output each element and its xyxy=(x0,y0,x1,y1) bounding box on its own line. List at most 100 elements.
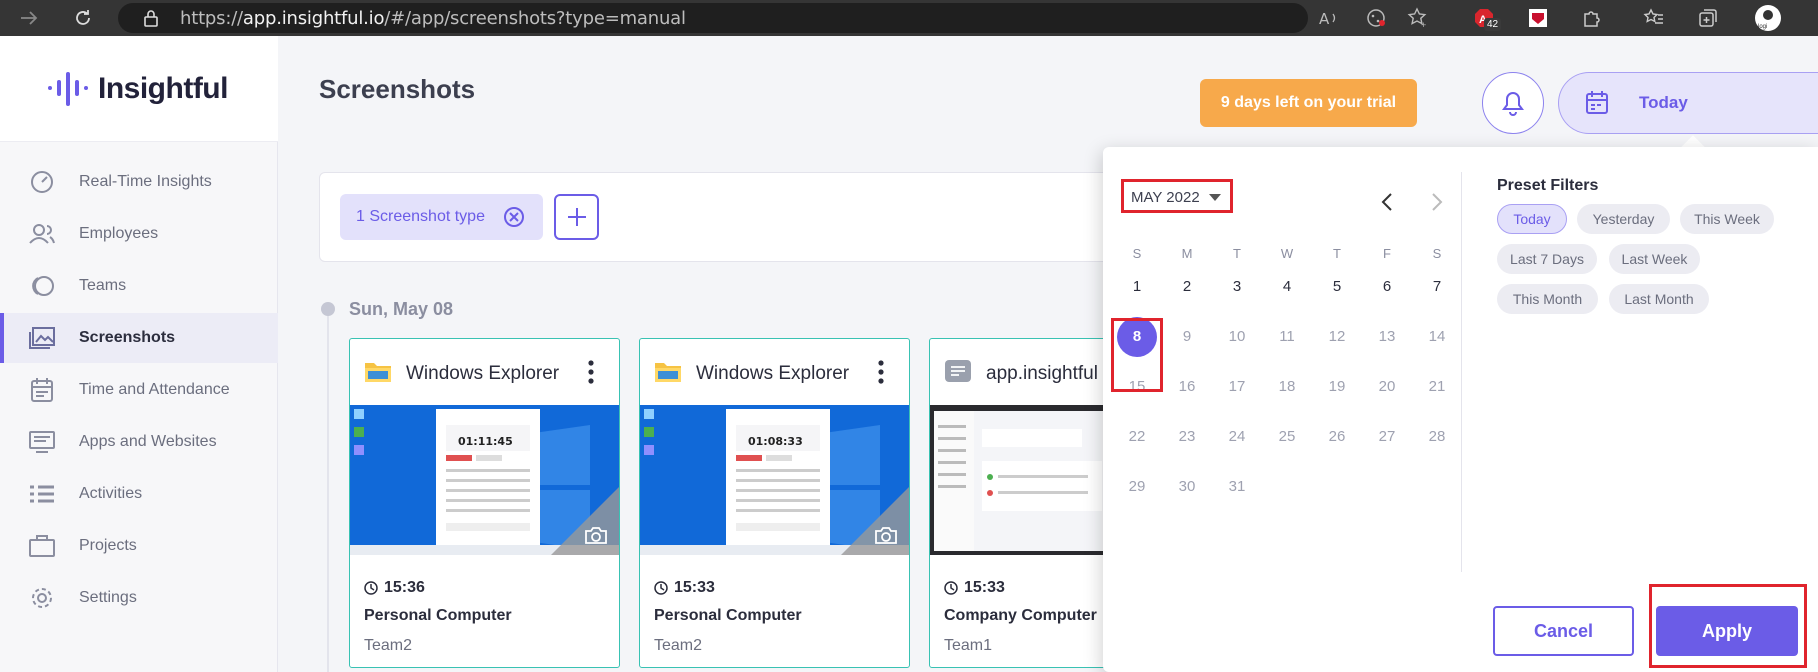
cancel-button[interactable]: Cancel xyxy=(1493,606,1634,656)
calendar-day[interactable]: 19 xyxy=(1317,367,1357,407)
preset-yesterday[interactable]: Yesterday xyxy=(1577,204,1670,234)
sidebar-item-activities[interactable]: Activities xyxy=(0,469,278,519)
calendar-day[interactable]: 11 xyxy=(1267,317,1307,357)
calendar-day[interactable]: 24 xyxy=(1217,417,1257,457)
calendar-day[interactable]: 4 xyxy=(1267,267,1307,307)
calendar-day[interactable]: 2 xyxy=(1167,267,1207,307)
logo-text[interactable]: Insightful xyxy=(98,72,228,106)
sidebar: Insightful Real-Time Insights Employees … xyxy=(0,36,278,672)
calendar-day[interactable]: 18 xyxy=(1267,367,1307,407)
calendar-day[interactable]: 13 xyxy=(1367,317,1407,357)
calendar-day[interactable]: 29 xyxy=(1117,467,1157,507)
calendar-day[interactable]: 25 xyxy=(1267,417,1307,457)
filter-chip-screenshot-type[interactable]: 1 Screenshot type xyxy=(340,194,543,240)
preset-last-week[interactable]: Last Week xyxy=(1609,244,1700,274)
calendar-icon xyxy=(31,378,53,402)
clock-icon xyxy=(944,581,958,595)
sidebar-item-projects[interactable]: Projects xyxy=(0,521,278,571)
calendar-day[interactable]: 27 xyxy=(1367,417,1407,457)
collections-icon[interactable] xyxy=(1694,4,1722,32)
close-circle-icon[interactable] xyxy=(503,206,525,228)
calendar-day[interactable]: 5 xyxy=(1317,267,1357,307)
calendar-day[interactable]: 12 xyxy=(1317,317,1357,357)
calendar-day[interactable]: 31 xyxy=(1217,467,1257,507)
calendar-day[interactable]: 21 xyxy=(1417,367,1457,407)
chevron-left-icon[interactable] xyxy=(1380,192,1394,212)
calendar-day[interactable]: 14 xyxy=(1417,317,1457,357)
screenshot-card[interactable]: Windows Explorer 01:08:33 15:33 Personal… xyxy=(639,338,910,668)
calendar-day[interactable]: 22 xyxy=(1117,417,1157,457)
calendar-day[interactable]: 9 xyxy=(1167,317,1207,357)
preset-last-month[interactable]: Last Month xyxy=(1609,284,1709,314)
read-aloud-icon[interactable]: A xyxy=(1316,4,1344,32)
calendar-day[interactable]: 7 xyxy=(1417,267,1457,307)
svg-text:+: + xyxy=(1421,20,1426,29)
selected-day-highlight xyxy=(1111,318,1163,392)
add-favorite-icon[interactable]: + xyxy=(1404,4,1432,32)
preset-today[interactable]: Today xyxy=(1497,204,1567,234)
card-app-name: Windows Explorer xyxy=(406,363,560,384)
weekday-label: W xyxy=(1280,246,1294,261)
sidebar-item-apps-and-websites[interactable]: Apps and Websites xyxy=(0,417,278,467)
lock-icon[interactable] xyxy=(138,4,164,32)
month-select[interactable]: MAY 2022 xyxy=(1121,179,1233,213)
calendar-day[interactable]: 17 xyxy=(1217,367,1257,407)
calendar-day[interactable]: 30 xyxy=(1167,467,1207,507)
calendar-day[interactable]: 6 xyxy=(1367,267,1407,307)
apply-button[interactable]: Apply xyxy=(1656,606,1798,656)
calendar-day[interactable]: 16 xyxy=(1167,367,1207,407)
sidebar-item-employees[interactable]: Employees xyxy=(0,209,278,259)
security-extension-icon[interactable] xyxy=(1524,4,1552,32)
card-time: 15:33 xyxy=(674,579,715,596)
sidebar-item-time-and-attendance[interactable]: Time and Attendance xyxy=(0,365,278,415)
plus-icon xyxy=(567,208,586,226)
sidebar-item-label: Settings xyxy=(79,589,137,606)
sidebar-item-screenshots[interactable]: Screenshots xyxy=(0,313,278,363)
weekday-label: T xyxy=(1233,246,1241,261)
calendar-day[interactable]: 3 xyxy=(1217,267,1257,307)
caret-down-icon xyxy=(1209,194,1221,201)
calendar-day[interactable]: 28 xyxy=(1417,417,1457,457)
chevron-right-icon[interactable] xyxy=(1430,192,1444,212)
screenshot-thumbnail[interactable]: 01:11:45 xyxy=(350,405,619,555)
bell-icon xyxy=(1502,91,1524,116)
forward-icon[interactable] xyxy=(14,4,44,32)
profile-avatar-icon[interactable]: logi xyxy=(1752,4,1784,32)
svg-text:logi: logi xyxy=(1758,24,1767,30)
add-filter-button[interactable] xyxy=(554,194,599,240)
gear-icon xyxy=(32,588,52,608)
preset-filters-title: Preset Filters xyxy=(1497,177,1599,194)
sidebar-item-label: Projects xyxy=(79,537,137,554)
sidebar-item-teams[interactable]: Teams xyxy=(0,261,278,311)
thumbnail-clock: 01:11:45 xyxy=(458,435,513,448)
calendar-day[interactable]: 26 xyxy=(1317,417,1357,457)
preset-this-week[interactable]: This Week xyxy=(1680,204,1774,234)
weekday-label: M xyxy=(1181,246,1193,261)
list-icon xyxy=(30,485,54,503)
notifications-button[interactable] xyxy=(1482,72,1544,134)
calendar-day[interactable]: 1 xyxy=(1117,267,1157,307)
calendar-day[interactable]: 23 xyxy=(1167,417,1207,457)
sidebar-item-label: Apps and Websites xyxy=(79,433,217,450)
trial-button[interactable]: 9 days left on your trial xyxy=(1200,79,1417,127)
screenshot-thumbnail[interactable]: 01:08:33 xyxy=(640,405,909,555)
more-vertical-icon[interactable] xyxy=(586,359,596,385)
sidebar-item-real-time-insights[interactable]: Real-Time Insights xyxy=(0,157,278,207)
preset-this-month[interactable]: This Month xyxy=(1497,284,1598,314)
screenshot-card[interactable]: Windows Explorer 01:11:45 15:36 Personal… xyxy=(349,338,620,668)
cookie-icon[interactable] xyxy=(1362,4,1390,32)
extensions-puzzle-icon[interactable] xyxy=(1578,4,1606,32)
calendar-day[interactable]: 10 xyxy=(1217,317,1257,357)
reload-icon[interactable] xyxy=(68,4,98,32)
more-vertical-icon[interactable] xyxy=(876,359,886,385)
favorites-icon[interactable] xyxy=(1640,4,1668,32)
monitor-list-icon xyxy=(29,431,55,453)
weekday-label: S xyxy=(1432,246,1442,261)
url-text[interactable]: https://app.insightful.io/#/app/screensh… xyxy=(180,8,686,29)
card-computer: Personal Computer xyxy=(364,607,512,624)
preset-last-7-days[interactable]: Last 7 Days xyxy=(1497,244,1597,274)
sidebar-item-settings[interactable]: Settings xyxy=(0,573,278,623)
sidebar-item-label: Teams xyxy=(79,277,127,294)
calendar-day[interactable]: 20 xyxy=(1367,367,1407,407)
date-range-button[interactable]: Today xyxy=(1558,72,1818,134)
